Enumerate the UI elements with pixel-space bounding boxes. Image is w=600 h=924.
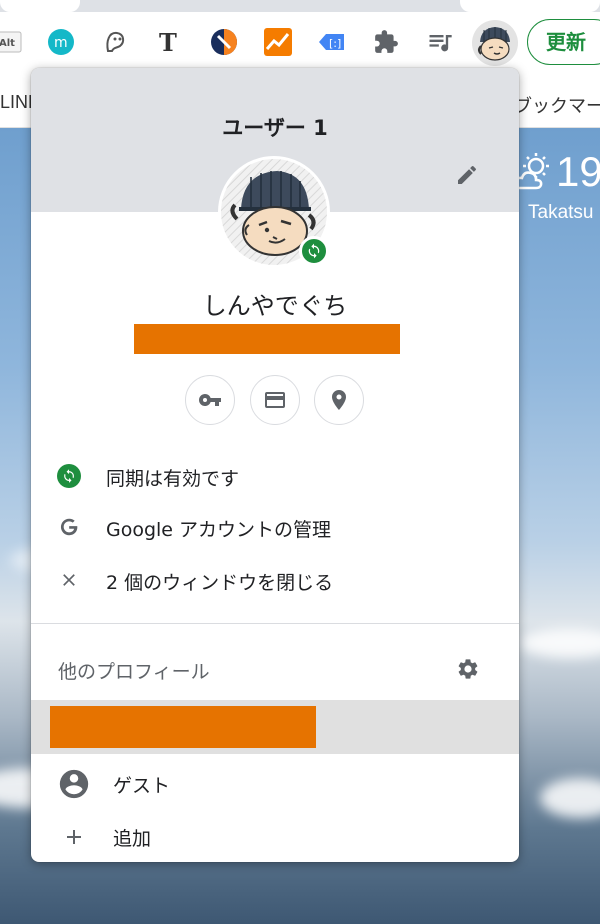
svg-text:m: m	[54, 35, 68, 51]
sync-status-row[interactable]: 同期は有効です	[31, 451, 519, 501]
puzzle-icon[interactable]	[370, 26, 402, 58]
menu-label: 同期は有効です	[106, 468, 240, 490]
divider	[31, 623, 519, 624]
tag-icon[interactable]: [:]	[316, 26, 348, 58]
profile-title: ユーザー 1	[222, 116, 328, 140]
other-profile-row[interactable]	[31, 700, 519, 754]
alt-text-icon[interactable]: Alt	[0, 26, 24, 58]
svg-text:[:]: [:]	[329, 37, 341, 50]
ghost-icon[interactable]	[99, 26, 131, 58]
menu-label: Google アカウントの管理	[106, 519, 332, 541]
user-name: しんやでぐち	[202, 292, 348, 320]
add-profile-row[interactable]: 追加	[31, 810, 519, 860]
weather-temperature: 19	[556, 148, 600, 195]
google-g-icon	[57, 515, 81, 539]
guest-row[interactable]: ゲスト	[31, 757, 519, 807]
add-label: 追加	[113, 828, 152, 850]
plus-icon	[57, 820, 91, 854]
bookmark-item[interactable]: ブックマー	[514, 92, 600, 118]
sync-icon	[57, 464, 81, 488]
weather-city: Takatsu	[528, 202, 594, 223]
edit-profile-icon[interactable]	[455, 163, 479, 187]
key-icon	[198, 394, 221, 406]
svg-text:T: T	[159, 28, 177, 57]
account-circle-icon	[57, 767, 91, 801]
update-button[interactable]: 更新	[527, 19, 600, 65]
tab-strip	[0, 0, 600, 12]
addresses-button[interactable]	[314, 375, 364, 425]
tab[interactable]	[460, 0, 600, 12]
guest-label: ゲスト	[113, 775, 171, 797]
half-circle-icon[interactable]	[208, 26, 240, 58]
redacted-profile-name	[50, 706, 316, 748]
sync-badge-icon	[299, 236, 329, 266]
payment-methods-button[interactable]	[250, 375, 300, 425]
other-profiles-title: 他のプロフィール	[58, 661, 210, 683]
svg-text:Alt: Alt	[0, 38, 15, 49]
gear-icon[interactable]	[456, 657, 480, 681]
chart-icon[interactable]	[262, 26, 294, 58]
tab[interactable]	[0, 0, 80, 12]
m-circle-icon[interactable]: m	[45, 26, 77, 58]
redacted-email	[134, 324, 400, 354]
close-windows-row[interactable]: 2 個のウィンドウを閉じる	[31, 555, 519, 605]
manage-account-row[interactable]: Google アカウントの管理	[31, 502, 519, 552]
playlist-icon[interactable]	[424, 26, 456, 58]
passwords-button[interactable]	[185, 375, 235, 425]
close-icon	[57, 568, 81, 592]
profile-avatar-button[interactable]	[472, 20, 518, 66]
profile-menu-popup: ユーザー 1 しんやでぐち 同期は有効です Google アカウントの管理 2 …	[31, 68, 519, 862]
t-icon[interactable]: T	[153, 26, 185, 58]
menu-label: 2 個のウィンドウを閉じる	[106, 572, 334, 594]
credit-card-icon	[265, 392, 285, 408]
location-pin-icon	[332, 390, 346, 410]
